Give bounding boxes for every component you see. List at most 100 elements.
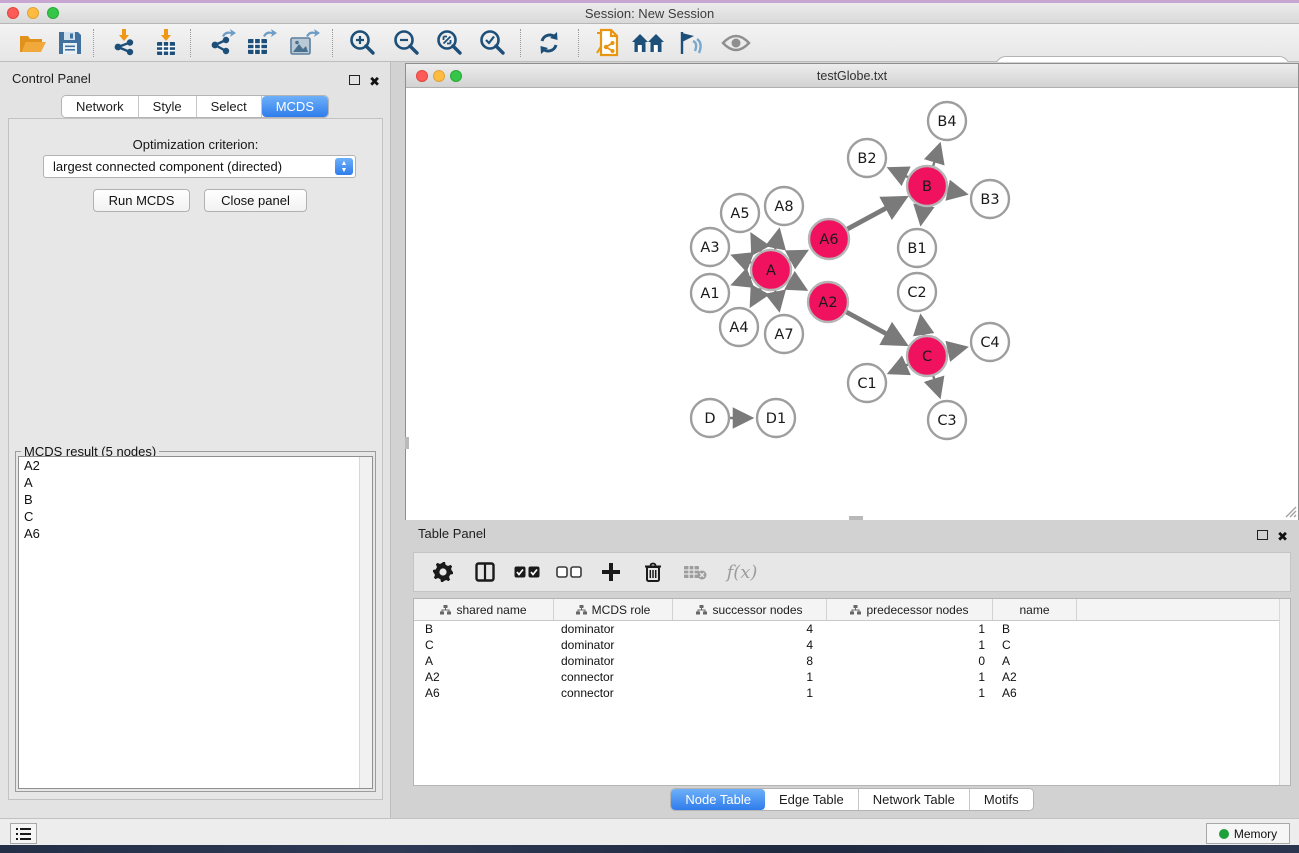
graph-edge-A-A3[interactable] — [734, 256, 751, 262]
zoom-in-icon[interactable] — [343, 26, 381, 60]
graph-node-A1[interactable]: A1 — [691, 274, 729, 312]
zoom-selected-icon[interactable] — [473, 26, 511, 60]
window-resize-grip[interactable] — [1283, 504, 1297, 518]
export-image-icon[interactable] — [286, 26, 324, 60]
table-row[interactable]: A6connector11A6 — [414, 685, 1290, 701]
graph-edge-A2-C[interactable] — [846, 312, 904, 343]
graph-edge-B-B3[interactable] — [948, 190, 965, 194]
graph-edge-C-C2[interactable] — [921, 318, 924, 336]
graph-edge-A-A8[interactable] — [775, 231, 779, 249]
graph-node-B[interactable]: B — [907, 166, 947, 206]
close-panel-icon[interactable]: ✖ — [369, 73, 380, 91]
column-header-name[interactable]: name — [993, 599, 1077, 620]
tab-node-table[interactable]: Node Table — [671, 789, 765, 810]
column-header-successor-nodes[interactable]: successor nodes — [673, 599, 827, 620]
graph-edge-B-B1[interactable] — [921, 207, 924, 223]
graph-edge-A-A6[interactable] — [790, 252, 806, 260]
graph-edge-B-B2[interactable] — [891, 169, 908, 177]
mcds-result-item[interactable]: A6 — [19, 525, 372, 542]
show-graphics-details-icon[interactable] — [671, 26, 709, 60]
delete-column-trash-icon[interactable] — [632, 554, 674, 590]
mcds-result-item[interactable]: C — [19, 508, 372, 525]
graph-node-B4[interactable]: B4 — [928, 102, 966, 140]
deselect-all-checkboxes-icon[interactable] — [548, 554, 590, 590]
import-table-file-icon[interactable] — [147, 26, 185, 60]
export-table-icon[interactable] — [243, 26, 281, 60]
graph-node-B2[interactable]: B2 — [848, 139, 886, 177]
mcds-result-item[interactable]: B — [19, 491, 372, 508]
task-history-button[interactable] — [10, 823, 37, 844]
graph-edge-A-A2[interactable] — [789, 280, 804, 289]
mcds-result-item[interactable]: A2 — [19, 457, 372, 474]
select-all-checkboxes-icon[interactable] — [506, 554, 548, 590]
mcds-result-item[interactable]: A — [19, 474, 372, 491]
table-row[interactable]: A2connector11A2 — [414, 669, 1290, 685]
close-panel-button[interactable]: Close panel — [204, 189, 307, 212]
memory-button[interactable]: Memory — [1206, 823, 1290, 844]
float-panel-icon[interactable] — [349, 72, 360, 90]
graph-node-C2[interactable]: C2 — [898, 273, 936, 311]
import-network-file-icon[interactable] — [105, 26, 143, 60]
column-header-predecessor-nodes[interactable]: predecessor nodes — [827, 599, 993, 620]
tab-edge-table[interactable]: Edge Table — [765, 789, 859, 810]
open-session-icon[interactable] — [14, 26, 52, 60]
table-scrollbar[interactable] — [1279, 599, 1290, 785]
graph-node-B3[interactable]: B3 — [971, 180, 1009, 218]
graph-edge-A-A4[interactable] — [752, 288, 761, 304]
table-settings-gear-icon[interactable] — [422, 554, 464, 590]
save-session-icon[interactable] — [51, 26, 89, 60]
hide-panel-eye-icon[interactable] — [717, 26, 755, 60]
graph-node-A[interactable]: A — [751, 250, 791, 290]
new-network-from-file-icon[interactable] — [588, 26, 626, 60]
export-network-icon[interactable] — [203, 26, 241, 60]
graph-node-A4[interactable]: A4 — [720, 308, 758, 346]
graph-edge-C-C1[interactable] — [891, 365, 908, 373]
tab-motifs[interactable]: Motifs — [970, 789, 1033, 810]
graph-node-C1[interactable]: C1 — [848, 364, 886, 402]
graph-node-D1[interactable]: D1 — [757, 399, 795, 437]
zoom-fit-icon[interactable] — [430, 26, 468, 60]
run-mcds-button[interactable]: Run MCDS — [93, 189, 190, 212]
delete-table-icon[interactable] — [674, 554, 716, 590]
graph-edge-A-A7[interactable] — [775, 291, 779, 309]
table-row[interactable]: Cdominator41C — [414, 637, 1290, 653]
graph-node-A3[interactable]: A3 — [691, 228, 729, 266]
graph-node-C[interactable]: C — [907, 336, 947, 376]
add-column-icon[interactable] — [590, 554, 632, 590]
table-row[interactable]: Adominator80A — [414, 653, 1290, 669]
column-header-MCDS-role[interactable]: MCDS role — [554, 599, 673, 620]
close-panel-icon[interactable]: ✖ — [1277, 528, 1288, 546]
graph-edge-B-B4[interactable] — [933, 146, 939, 166]
function-builder-icon[interactable]: f(x) — [716, 554, 768, 590]
home-icon[interactable] — [629, 26, 667, 60]
mcds-list-scrollbar[interactable] — [359, 457, 372, 788]
tab-mcds[interactable]: MCDS — [262, 96, 328, 117]
graph-node-D[interactable]: D — [691, 399, 729, 437]
refresh-view-icon[interactable] — [530, 26, 568, 60]
float-panel-icon[interactable] — [1257, 527, 1268, 545]
network-canvas[interactable]: B4B2BB3A8A5A6B1A3AC2A1A2A4A7C4CC1C3DD1 — [406, 89, 1298, 520]
table-row[interactable]: Bdominator41B — [414, 621, 1290, 637]
graph-edge-A-A1[interactable] — [734, 277, 751, 283]
graph-node-C4[interactable]: C4 — [971, 323, 1009, 361]
graph-node-A8[interactable]: A8 — [765, 187, 803, 225]
graph-edge-A-A5[interactable] — [752, 236, 761, 252]
column-header-shared-name[interactable]: shared name — [414, 599, 554, 620]
graph-edge-A6-B[interactable] — [847, 198, 904, 229]
criterion-select[interactable]: largest connected component (directed) ▲… — [43, 155, 356, 178]
graph-edge-C-C3[interactable] — [933, 376, 939, 395]
graph-node-C3[interactable]: C3 — [928, 401, 966, 439]
split-columns-icon[interactable] — [464, 554, 506, 590]
frame-resize-handle[interactable] — [405, 437, 409, 449]
graph-node-A5[interactable]: A5 — [721, 194, 759, 232]
graph-node-B1[interactable]: B1 — [898, 229, 936, 267]
zoom-out-icon[interactable] — [387, 26, 425, 60]
tab-style[interactable]: Style — [139, 96, 197, 117]
tab-network[interactable]: Network — [62, 96, 139, 117]
tab-network-table[interactable]: Network Table — [859, 789, 970, 810]
graph-node-A6[interactable]: A6 — [809, 219, 849, 259]
graph-edge-C-C4[interactable] — [947, 348, 964, 352]
graph-node-A2[interactable]: A2 — [808, 282, 848, 322]
tab-select[interactable]: Select — [197, 96, 262, 117]
network-window-titlebar[interactable]: testGlobe.txt — [406, 64, 1298, 88]
